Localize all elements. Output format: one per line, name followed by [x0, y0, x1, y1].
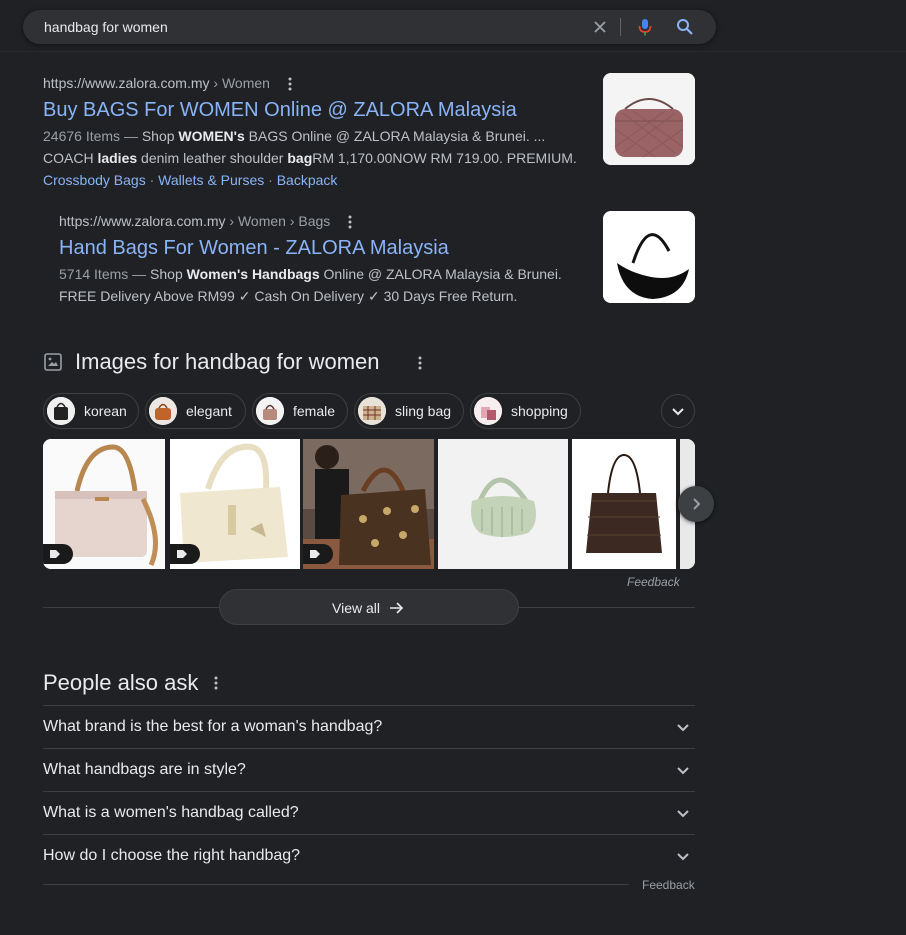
paa-question-text: How do I choose the right handbag?: [43, 847, 301, 864]
image-filter-chip-elegant[interactable]: elegant: [145, 393, 246, 429]
expand-chips-button[interactable]: [661, 394, 695, 428]
result-url: https://www.zalora.com.my: [59, 213, 226, 229]
top-bar: handbag for women: [0, 0, 906, 52]
carousel-next-button[interactable]: [678, 486, 714, 522]
search-result: https://www.zalora.com.my › Women › Bags…: [59, 211, 579, 307]
chip-label: shopping: [511, 403, 568, 419]
search-result: https://www.zalora.com.my › Women Buy BA…: [43, 73, 583, 191]
result-snippet: 24676 Items — Shop WOMEN's BAGS Online @…: [43, 125, 583, 169]
sitelink[interactable]: Backpack: [277, 172, 338, 188]
search-box[interactable]: handbag for women: [23, 10, 716, 44]
tag-icon: [43, 544, 73, 564]
chip-label: elegant: [186, 403, 232, 419]
images-section-title: Images for handbag for women: [75, 349, 380, 374]
arrow-right-icon: [390, 602, 404, 614]
image-icon: [44, 353, 62, 371]
chip-thumbnail: [47, 397, 75, 425]
result-item-count: 5714 Items —: [59, 266, 151, 282]
images-feedback-link[interactable]: Feedback: [627, 575, 680, 589]
chevron-down-icon: [677, 853, 689, 861]
result-cite[interactable]: https://www.zalora.com.my › Women: [43, 73, 583, 93]
result-snippet: 5714 Items — Shop Women's Handbags Onlin…: [59, 263, 579, 307]
result-snippet-line: COACH ladies denim leather shoulder bagR…: [43, 150, 577, 166]
image-filter-chip-korean[interactable]: korean: [43, 393, 139, 429]
microphone-icon[interactable]: [635, 17, 655, 37]
sitelink[interactable]: Wallets & Purses: [158, 172, 264, 188]
paa-feedback-link[interactable]: Feedback: [642, 878, 695, 892]
chevron-down-icon: [677, 767, 689, 775]
paa-question-text: What brand is the best for a woman's han…: [43, 718, 383, 735]
sitelink[interactable]: Crossbody Bags: [43, 172, 146, 188]
chevron-down-icon: [677, 810, 689, 818]
chevron-down-icon: [677, 724, 689, 732]
image-result[interactable]: [43, 439, 165, 569]
image-filter-chip-shopping[interactable]: shopping: [470, 393, 581, 429]
tag-icon: [303, 544, 333, 564]
more-options-icon[interactable]: [288, 77, 292, 91]
chip-thumbnail: [358, 397, 386, 425]
result-url: https://www.zalora.com.my: [43, 75, 210, 91]
view-all-label: View all: [332, 600, 380, 616]
chevron-down-icon: [672, 408, 684, 416]
more-options-icon[interactable]: [418, 356, 422, 370]
result-breadcrumb: › Women › Bags: [225, 213, 331, 229]
paa-question-text: What handbags are in style?: [43, 761, 246, 778]
image-result[interactable]: [170, 439, 300, 569]
result-thumbnail[interactable]: [603, 73, 695, 165]
result-snippet-line: Shop Women's Handbags Online @ ZALORA Ma…: [150, 266, 562, 282]
close-icon[interactable]: [590, 17, 610, 37]
search-divider: [620, 18, 621, 36]
paa-question[interactable]: What is a women's handbag called?: [43, 791, 695, 834]
paa-question[interactable]: What handbags are in style?: [43, 748, 695, 791]
search-input[interactable]: handbag for women: [44, 19, 168, 35]
paa-question-text: What is a women's handbag called?: [43, 804, 299, 821]
chip-label: sling bag: [395, 403, 452, 419]
divider: [43, 884, 629, 885]
chip-label: korean: [84, 403, 127, 419]
result-title[interactable]: Buy BAGS For WOMEN Online @ ZALORA Malay…: [43, 97, 583, 123]
result-snippet-line: FREE Delivery Above RM99 ✓ Cash On Deliv…: [59, 288, 518, 304]
result-item-count: 24676 Items —: [43, 128, 142, 144]
chip-thumbnail: [256, 397, 284, 425]
search-icon[interactable]: [675, 17, 695, 37]
more-options-icon[interactable]: [348, 215, 352, 229]
paa-question[interactable]: How do I choose the right handbag?: [43, 834, 695, 877]
result-thumbnail[interactable]: [603, 211, 695, 303]
tag-icon: [170, 544, 200, 564]
image-result[interactable]: [303, 439, 434, 569]
result-cite[interactable]: https://www.zalora.com.my › Women › Bags: [59, 211, 579, 231]
image-filter-chip-female[interactable]: female: [252, 393, 348, 429]
chip-thumbnail: [149, 397, 177, 425]
chevron-right-icon: [693, 498, 701, 510]
result-breadcrumb: › Women: [209, 75, 270, 91]
image-result[interactable]: [572, 439, 676, 569]
paa-question[interactable]: What brand is the best for a woman's han…: [43, 705, 695, 748]
image-filter-chip-sling-bag[interactable]: sling bag: [354, 393, 464, 429]
chip-label: female: [293, 403, 336, 419]
more-options-icon[interactable]: [214, 676, 218, 690]
image-carousel: [43, 439, 695, 569]
sitelinks: Crossbody Bags · Wallets & Purses · Back…: [43, 172, 338, 188]
chip-thumbnail: [474, 397, 502, 425]
people-also-ask-title: People also ask: [43, 670, 199, 695]
image-result[interactable]: [438, 439, 568, 569]
result-snippet-line: Shop WOMEN's BAGS Online @ ZALORA Malays…: [141, 128, 546, 144]
view-all-button[interactable]: View all: [219, 589, 519, 625]
result-title[interactable]: Hand Bags For Women - ZALORA Malaysia: [59, 235, 579, 261]
